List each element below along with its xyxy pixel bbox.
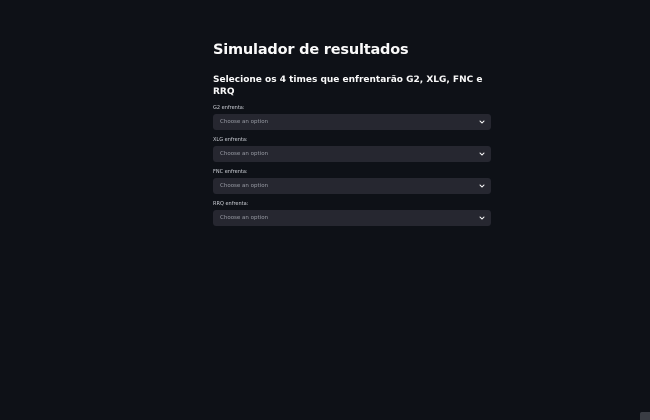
main-content: Simulador de resultados Selecione os 4 t… <box>213 40 491 226</box>
chevron-down-icon <box>479 151 485 157</box>
rrq-opponent-field: RRQ enfrenta: Choose an option <box>213 201 491 226</box>
g2-opponent-field: G2 enfrenta: Choose an option <box>213 105 491 130</box>
rrq-opponent-placeholder: Choose an option <box>220 215 269 221</box>
chevron-down-icon <box>479 215 485 221</box>
manage-app-button[interactable] <box>640 412 650 420</box>
page-subheader: Selecione os 4 times que enfrentarão G2,… <box>213 75 483 97</box>
fnc-opponent-label: FNC enfrenta: <box>213 169 248 175</box>
fnc-opponent-select[interactable]: Choose an option <box>213 178 491 194</box>
rrq-opponent-label: RRQ enfrenta: <box>213 201 249 207</box>
xlg-opponent-select[interactable]: Choose an option <box>213 146 491 162</box>
g2-opponent-select[interactable]: Choose an option <box>213 114 491 130</box>
fnc-opponent-placeholder: Choose an option <box>220 183 269 189</box>
chevron-down-icon <box>479 183 485 189</box>
g2-opponent-placeholder: Choose an option <box>220 119 269 125</box>
chevron-down-icon <box>479 119 485 125</box>
page-title: Simulador de resultados <box>213 42 409 58</box>
xlg-opponent-placeholder: Choose an option <box>220 151 269 157</box>
xlg-opponent-field: XLG enfrenta: Choose an option <box>213 137 491 162</box>
g2-opponent-label: G2 enfrenta: <box>213 105 245 111</box>
fnc-opponent-field: FNC enfrenta: Choose an option <box>213 169 491 194</box>
app-root: Simulador de resultados Selecione os 4 t… <box>0 0 650 420</box>
xlg-opponent-label: XLG enfrenta: <box>213 137 248 143</box>
rrq-opponent-select[interactable]: Choose an option <box>213 210 491 226</box>
